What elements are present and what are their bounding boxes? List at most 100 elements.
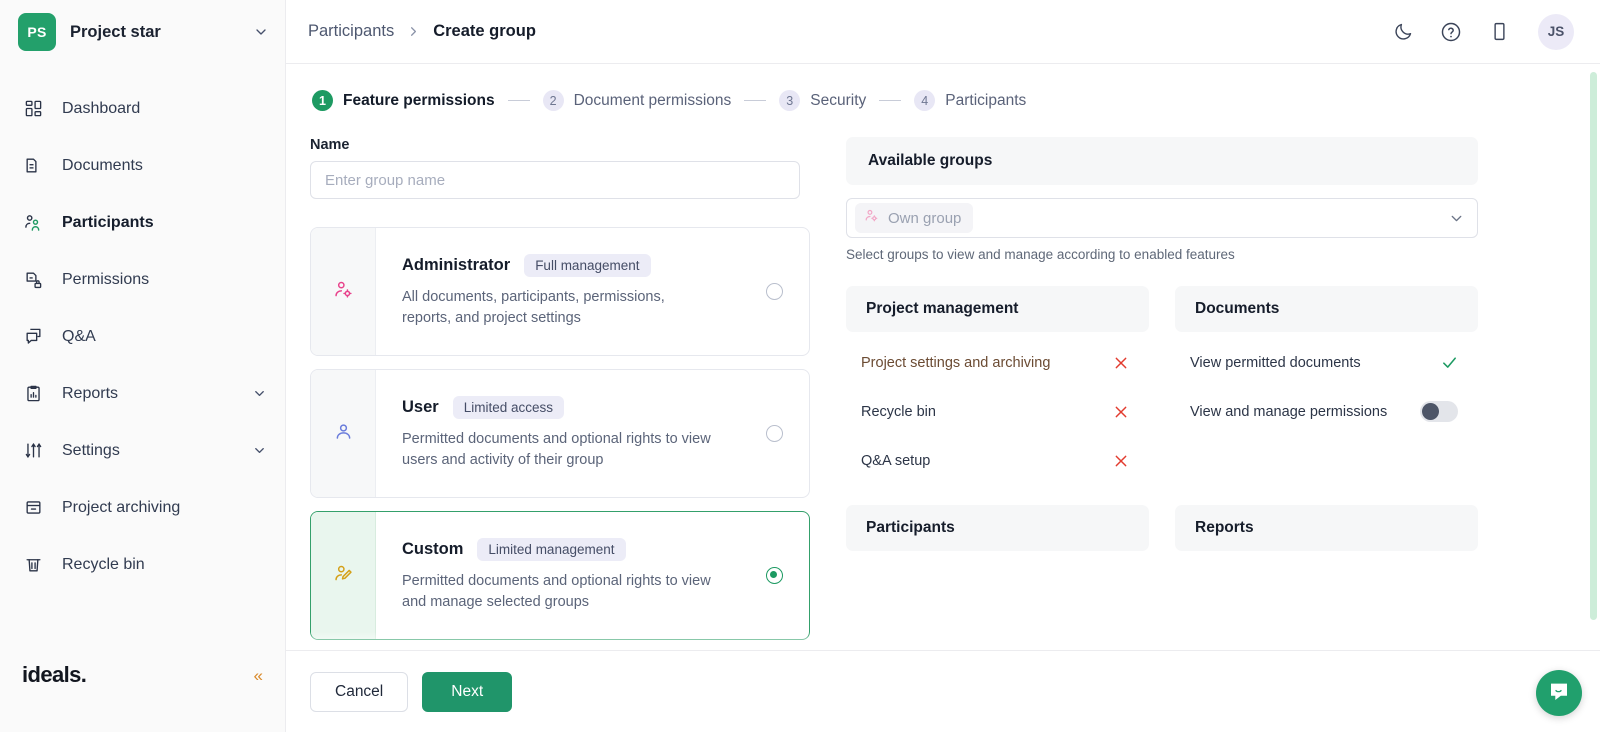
role-icon-strip xyxy=(311,512,376,639)
next-button[interactable]: Next xyxy=(422,672,512,712)
sidebar-item-label: Project archiving xyxy=(62,499,267,517)
chevron-down-icon[interactable] xyxy=(252,386,267,401)
step-security[interactable]: 3 Security xyxy=(779,90,866,111)
permission-columns: Project management Project settings and … xyxy=(846,286,1478,485)
table-row[interactable]: View and manage permissions xyxy=(1175,387,1478,436)
name-label: Name xyxy=(310,137,810,153)
permission-name: View permitted documents xyxy=(1190,355,1361,371)
role-description: Permitted documents and optional rights … xyxy=(402,571,712,612)
mobile-device-icon[interactable] xyxy=(1486,19,1512,45)
cross-icon[interactable] xyxy=(1113,453,1129,469)
sidebar: PS Project star Dashboard Documents xyxy=(0,0,286,732)
user-gear-icon xyxy=(864,208,879,228)
sidebar-nav: Dashboard Documents Participants Permiss… xyxy=(0,80,285,636)
cross-icon[interactable] xyxy=(1113,404,1129,420)
permission-name: Recycle bin xyxy=(861,404,936,420)
sidebar-item-project-archiving[interactable]: Project archiving xyxy=(0,479,285,536)
radio-custom[interactable] xyxy=(766,567,783,584)
user-icon xyxy=(333,421,354,447)
document-icon xyxy=(22,155,44,177)
sidebar-footer: ideals. « xyxy=(0,636,285,732)
step-label: Document permissions xyxy=(574,92,732,110)
radio-administrator[interactable] xyxy=(766,283,783,300)
sidebar-item-participants[interactable]: Participants xyxy=(0,194,285,251)
role-radio-wrap[interactable] xyxy=(739,512,809,639)
chat-bubbles-icon xyxy=(22,326,44,348)
sidebar-item-label: Reports xyxy=(62,385,234,403)
wizard-stepper: 1 Feature permissions 2 Document permiss… xyxy=(310,90,1566,111)
sliders-icon xyxy=(22,440,44,462)
role-radio-wrap[interactable] xyxy=(739,228,809,355)
dark-mode-icon[interactable] xyxy=(1390,19,1416,45)
role-header: Administrator Full management xyxy=(402,254,721,277)
step-feature-permissions[interactable]: 1 Feature permissions xyxy=(312,90,495,111)
dashboard-grid-icon xyxy=(22,98,44,120)
table-row[interactable]: Recycle bin xyxy=(846,387,1149,436)
sidebar-item-settings[interactable]: Settings xyxy=(0,422,285,479)
project-switcher[interactable]: PS Project star xyxy=(0,0,285,64)
step-divider xyxy=(508,100,530,101)
document-lock-icon xyxy=(22,269,44,291)
chevron-down-icon[interactable] xyxy=(1448,210,1465,227)
available-groups-select[interactable]: Own group xyxy=(846,198,1478,238)
group-chip-own-group[interactable]: Own group xyxy=(855,203,973,233)
step-divider xyxy=(879,100,901,101)
sidebar-item-documents[interactable]: Documents xyxy=(0,137,285,194)
step-document-permissions[interactable]: 2 Document permissions xyxy=(543,90,732,111)
chat-widget-button[interactable] xyxy=(1536,670,1582,716)
chevron-down-icon[interactable] xyxy=(253,24,269,40)
cross-icon[interactable] xyxy=(1113,355,1129,371)
project-avatar: PS xyxy=(18,13,56,51)
permission-column-participants: Participants xyxy=(846,505,1149,557)
available-groups-header: Available groups xyxy=(846,137,1478,185)
vertical-scrollbar[interactable] xyxy=(1590,72,1597,620)
sidebar-item-permissions[interactable]: Permissions xyxy=(0,251,285,308)
sidebar-item-reports[interactable]: Reports xyxy=(0,365,285,422)
sidebar-item-qa[interactable]: Q&A xyxy=(0,308,285,365)
toggle-view-manage-permissions[interactable] xyxy=(1420,401,1458,422)
sidebar-item-dashboard[interactable]: Dashboard xyxy=(0,80,285,137)
page-title: Create group xyxy=(433,22,536,41)
role-card-administrator[interactable]: Administrator Full management All docume… xyxy=(310,227,810,356)
trash-icon xyxy=(22,554,44,576)
role-description: All documents, participants, permissions… xyxy=(402,287,712,328)
user-edit-icon xyxy=(333,563,354,589)
help-icon[interactable] xyxy=(1438,19,1464,45)
clipboard-chart-icon xyxy=(22,383,44,405)
permission-column-header: Documents xyxy=(1175,286,1478,332)
role-icon-strip xyxy=(311,370,376,497)
role-icon-strip xyxy=(311,228,376,355)
step-participants[interactable]: 4 Participants xyxy=(914,90,1026,111)
sidebar-item-label: Settings xyxy=(62,442,234,460)
sidebar-item-label: Participants xyxy=(62,214,267,232)
main-area: Participants Create group JS xyxy=(286,0,1600,732)
table-row[interactable]: View permitted documents xyxy=(1175,338,1478,387)
step-number: 4 xyxy=(914,90,935,111)
avatar[interactable]: JS xyxy=(1538,14,1574,50)
permission-name: Project settings and archiving xyxy=(861,355,1050,371)
table-row[interactable]: Q&A setup xyxy=(846,436,1149,485)
role-header: User Limited access xyxy=(402,396,721,419)
table-row[interactable]: Project settings and archiving xyxy=(846,338,1149,387)
chip-label: Own group xyxy=(888,210,961,227)
collapse-sidebar-button[interactable]: « xyxy=(254,667,263,684)
breadcrumb-participants[interactable]: Participants xyxy=(308,22,394,41)
search-input group-name-input[interactable] xyxy=(310,161,800,199)
cancel-button[interactable]: Cancel xyxy=(310,672,408,712)
radio-user[interactable] xyxy=(766,425,783,442)
chevron-down-icon[interactable] xyxy=(252,443,267,458)
sidebar-item-label: Documents xyxy=(62,157,267,175)
step-label: Security xyxy=(810,92,866,110)
role-card-user[interactable]: User Limited access Permitted documents … xyxy=(310,369,810,498)
breadcrumb: Participants Create group xyxy=(308,22,1390,41)
sidebar-item-recycle-bin[interactable]: Recycle bin xyxy=(0,536,285,593)
role-card-custom[interactable]: Custom Limited management Permitted docu… xyxy=(310,511,810,640)
step-number: 3 xyxy=(779,90,800,111)
available-groups-helper: Select groups to view and manage accordi… xyxy=(846,247,1478,262)
role-radio-wrap[interactable] xyxy=(739,370,809,497)
step-number: 2 xyxy=(543,90,564,111)
step-number: 1 xyxy=(312,90,333,111)
toggle-knob xyxy=(1422,403,1439,420)
user-gear-icon xyxy=(333,279,354,305)
check-icon[interactable] xyxy=(1441,354,1458,371)
